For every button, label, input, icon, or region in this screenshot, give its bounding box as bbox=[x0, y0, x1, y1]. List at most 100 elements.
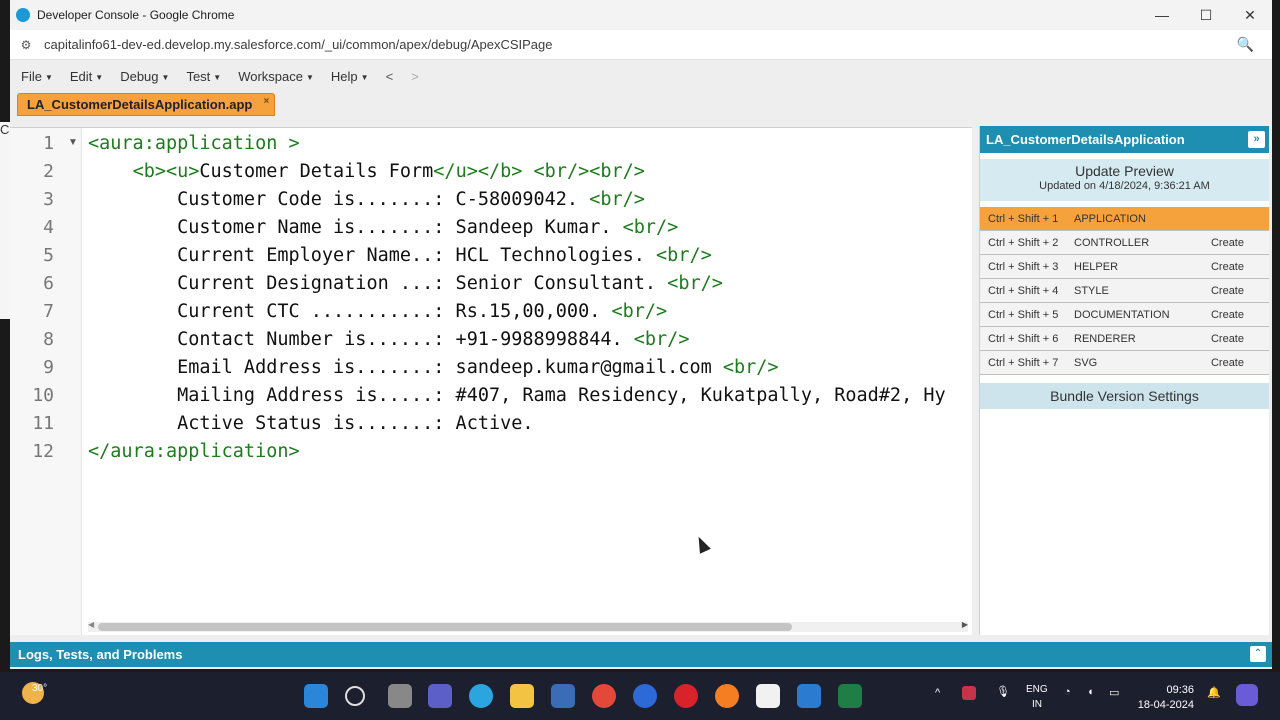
app-tray-icon[interactable] bbox=[962, 686, 976, 700]
nav-forward-button[interactable]: > bbox=[411, 69, 419, 84]
code-tag-token: <br/> bbox=[633, 329, 690, 350]
battery-icon[interactable]: ▭ bbox=[1109, 686, 1119, 699]
horizontal-scrollbar[interactable]: ◀ ▶ bbox=[88, 620, 968, 632]
g-app-icon[interactable] bbox=[756, 684, 780, 708]
mysql-icon[interactable] bbox=[551, 684, 575, 708]
create-button[interactable]: Create bbox=[1211, 261, 1244, 273]
edge-icon[interactable] bbox=[469, 684, 493, 708]
microphone-icon[interactable]: 🎙 bbox=[996, 685, 1010, 698]
minimize-button[interactable]: — bbox=[1140, 0, 1184, 30]
close-button[interactable]: ✕ bbox=[1228, 0, 1272, 30]
code-tag-token: <br/> bbox=[622, 217, 679, 238]
line-number: 4 bbox=[43, 217, 54, 238]
wifi-icon[interactable]: ◔ bbox=[1064, 686, 1071, 698]
bundle-row-documentation[interactable]: Ctrl + Shift + 5 DOCUMENTATION Create bbox=[980, 303, 1269, 327]
copilot-icon[interactable] bbox=[1236, 684, 1258, 706]
updated-on-text: Updated on 4/18/2024, 9:36:21 AM bbox=[1039, 180, 1210, 192]
collapse-panel-icon[interactable]: » bbox=[1248, 131, 1265, 148]
code-tag-token: <br/> bbox=[611, 301, 668, 322]
file-explorer-icon[interactable] bbox=[510, 684, 534, 708]
show-hidden-icons-icon[interactable]: ^ bbox=[935, 687, 940, 699]
bundle-shortcut: Ctrl + Shift + 3 bbox=[988, 260, 1059, 273]
bundle-shortcut: Ctrl + Shift + 1 bbox=[988, 212, 1059, 225]
tab-close-icon[interactable]: × bbox=[264, 96, 270, 107]
temperature: 30° bbox=[32, 683, 48, 694]
nav-back-button[interactable]: < bbox=[386, 69, 394, 84]
bundle-row-controller[interactable]: Ctrl + Shift + 2 CONTROLLER Create bbox=[980, 231, 1269, 255]
code-line[interactable]: <aura:application > bbox=[88, 130, 300, 158]
bundle-row-renderer[interactable]: Ctrl + Shift + 6 RENDERER Create bbox=[980, 327, 1269, 351]
code-text-token: Customer Details Form bbox=[199, 161, 434, 182]
bundle-version-settings-button[interactable]: Bundle Version Settings bbox=[980, 383, 1269, 409]
language-indicator[interactable]: ENG bbox=[1026, 684, 1048, 695]
task-view-icon[interactable] bbox=[388, 684, 412, 708]
code-text-token: Customer Code is.......: C-58009042. bbox=[88, 189, 590, 210]
bundle-row-application[interactable]: Ctrl + Shift + 1 APPLICATION bbox=[980, 207, 1269, 231]
logs-tests-problems-bar[interactable]: Logs, Tests, and Problems ⌃ bbox=[10, 642, 1272, 667]
site-settings-icon[interactable]: ⚙ bbox=[18, 38, 34, 52]
teams-icon[interactable] bbox=[428, 684, 452, 708]
code-text-token: Current Employer Name..: HCL Technologie… bbox=[88, 245, 657, 266]
scroll-right-arrow-icon[interactable]: ▶ bbox=[962, 620, 968, 629]
scroll-left-arrow-icon[interactable]: ◀ bbox=[88, 620, 94, 629]
create-button[interactable]: Create bbox=[1211, 333, 1244, 345]
caret-down-icon: ▼ bbox=[360, 72, 369, 82]
code-text-token: Current Designation ...: Senior Consulta… bbox=[88, 273, 668, 294]
zoom-icon[interactable]: 🔍 bbox=[1237, 36, 1254, 53]
expand-panel-icon[interactable]: ⌃ bbox=[1250, 646, 1266, 662]
code-line[interactable]: Active Status is.......: Active. bbox=[88, 410, 533, 438]
line-number: 8 bbox=[43, 329, 54, 350]
bundle-shortcut: Ctrl + Shift + 7 bbox=[988, 356, 1059, 369]
maximize-button[interactable]: ☐ bbox=[1184, 0, 1228, 30]
address-bar[interactable]: ⚙ capitalinfo61-dev-ed.develop.my.salesf… bbox=[10, 30, 1272, 60]
code-line[interactable]: Email Address is.......: sandeep.kumar@g… bbox=[88, 354, 779, 382]
code-line[interactable]: Customer Name is.......: Sandeep Kumar. … bbox=[88, 214, 678, 242]
code-line[interactable]: Current CTC ...........: Rs.15,00,000. <… bbox=[88, 298, 667, 326]
create-button[interactable]: Create bbox=[1211, 237, 1244, 249]
caret-down-icon: ▼ bbox=[44, 72, 53, 82]
vscode-icon[interactable] bbox=[797, 684, 821, 708]
system-clock[interactable]: 09:36 18-04-2024 bbox=[1134, 683, 1194, 713]
code-line[interactable]: Current Employer Name..: HCL Technologie… bbox=[88, 242, 712, 270]
bundle-row-helper[interactable]: Ctrl + Shift + 3 HELPER Create bbox=[980, 255, 1269, 279]
url-text[interactable]: capitalinfo61-dev-ed.develop.my.salesfor… bbox=[44, 37, 553, 52]
code-tag-token: <br/> bbox=[722, 357, 779, 378]
salesforce-cloud-icon bbox=[16, 8, 30, 22]
firefox-icon[interactable] bbox=[715, 684, 739, 708]
code-editor[interactable]: ▼ 1 2 3 4 5 6 7 8 9 10 11 12 <aura:application > <b… bbox=[10, 127, 972, 635]
menu-debug[interactable]: Debug ▼ bbox=[120, 69, 169, 84]
bundle-row-style[interactable]: Ctrl + Shift + 4 STYLE Create bbox=[980, 279, 1269, 303]
create-button[interactable]: Create bbox=[1211, 309, 1244, 321]
clock-date: 18-04-2024 bbox=[1137, 699, 1194, 711]
code-area[interactable]: <aura:application > <b><u>Customer Detai… bbox=[88, 128, 972, 635]
code-tag-token: <br/> bbox=[589, 189, 645, 210]
chrome-icon[interactable] bbox=[592, 684, 616, 708]
code-line[interactable]: </aura:application> bbox=[88, 438, 300, 466]
code-line[interactable]: Current Designation ...: Senior Consulta… bbox=[88, 270, 723, 298]
code-line[interactable]: Customer Code is.......: C-58009042. <br… bbox=[88, 186, 645, 214]
zoom-app-icon[interactable] bbox=[633, 684, 657, 708]
notification-bell-icon[interactable]: 🔔 bbox=[1207, 686, 1221, 699]
excel-icon[interactable] bbox=[838, 684, 862, 708]
menu-edit[interactable]: Edit ▼ bbox=[70, 69, 103, 84]
create-button[interactable]: Create bbox=[1211, 285, 1244, 297]
code-line[interactable]: Mailing Address is.....: #407, Rama Resi… bbox=[88, 382, 946, 410]
opera-icon[interactable] bbox=[674, 684, 698, 708]
volume-icon[interactable]: ◖ bbox=[1087, 686, 1094, 698]
tab-customer-details-app[interactable]: LA_CustomerDetailsApplication.app × bbox=[17, 93, 276, 116]
scrollbar-thumb[interactable] bbox=[98, 623, 792, 631]
bundle-name: APPLICATION bbox=[1074, 212, 1146, 225]
windows-start-icon[interactable] bbox=[304, 684, 328, 708]
bundle-row-svg[interactable]: Ctrl + Shift + 7 SVG Create bbox=[980, 351, 1269, 375]
code-tag-token: <br/> bbox=[667, 273, 723, 294]
menu-workspace[interactable]: Workspace ▼ bbox=[238, 69, 314, 84]
menu-help[interactable]: Help ▼ bbox=[331, 69, 369, 84]
update-preview-button[interactable]: Update Preview Updated on 4/18/2024, 9:3… bbox=[980, 159, 1269, 201]
search-icon[interactable] bbox=[345, 686, 365, 706]
menu-file[interactable]: File ▼ bbox=[21, 69, 53, 84]
code-line[interactable]: Contact Number is......: +91-9988998844.… bbox=[88, 326, 689, 354]
code-line[interactable]: <b><u>Customer Details Form</u></b> <br/… bbox=[88, 158, 645, 186]
create-button[interactable]: Create bbox=[1211, 357, 1244, 369]
menu-test[interactable]: Test ▼ bbox=[186, 69, 221, 84]
